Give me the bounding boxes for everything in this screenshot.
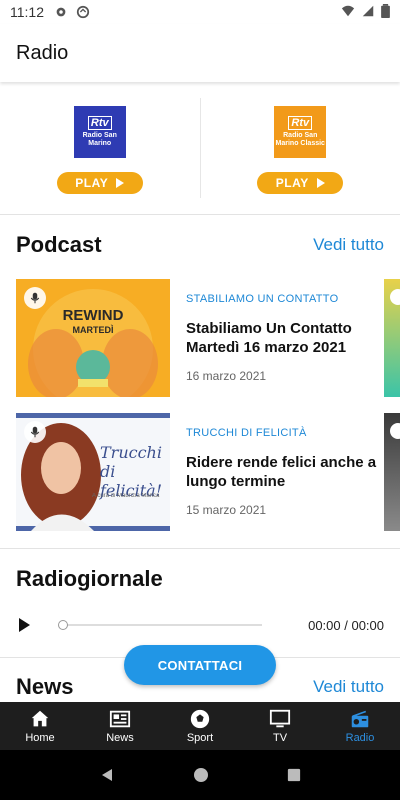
divider	[0, 548, 400, 549]
signal-icon	[361, 4, 375, 21]
podcast-thumbnail: REWIND MARTEDÌ	[16, 279, 170, 397]
radio-san-marino-logo: Rtv Radio San Marino	[73, 106, 126, 158]
gear-icon	[54, 5, 68, 19]
audio-progress-bar[interactable]	[58, 620, 262, 630]
soccer-ball-icon	[190, 709, 210, 729]
play-icon	[316, 178, 325, 188]
podcast-date: 16 marzo 2021	[186, 369, 267, 383]
nav-news-label: News	[106, 732, 134, 744]
podcast-info: STABILIAMO UN CONTATTO Stabiliamo Un Con…	[186, 279, 386, 383]
app-bar: Radio	[0, 24, 400, 82]
thumb-subtitle: MARTEDÌ	[72, 325, 114, 335]
wifi-icon	[341, 4, 355, 21]
tv-icon	[269, 709, 291, 728]
podcast-thumbnail: Trucchi di felicità! A cura di Maurizia …	[16, 413, 170, 531]
audio-player: 00:00 / 00:00	[16, 610, 384, 640]
podcast-category: STABILIAMO UN CONTATTO	[186, 293, 339, 305]
play-icon	[116, 178, 125, 188]
thumb-subtitle: A cura di Maurizia Manca	[92, 493, 160, 499]
play-button-radio-san-marino-classic[interactable]: PLAY	[257, 172, 344, 194]
station-radio-san-marino-classic: Rtv Radio San Marino Classic PLAY	[199, 98, 400, 198]
podcast-header: Podcast Vedi tutto	[16, 232, 384, 258]
radio-icon	[351, 710, 369, 728]
radiogiornale-header: Radiogiornale	[16, 566, 384, 592]
news-heading: News	[16, 674, 74, 699]
nav-home-label: Home	[25, 732, 55, 744]
nav-radio[interactable]: Radio	[320, 702, 400, 750]
back-icon[interactable]	[99, 767, 115, 783]
next-card-peek[interactable]	[384, 413, 400, 531]
play-icon[interactable]	[16, 617, 32, 633]
status-time: 11:12	[10, 4, 44, 20]
thumb-title: REWIND	[62, 307, 124, 324]
play-label: PLAY	[275, 176, 309, 190]
status-bar: 11:12	[0, 0, 400, 24]
radio-san-marino-classic-logo: Rtv Radio San Marino Classic	[274, 106, 327, 158]
radio-stations: Rtv Radio San Marino PLAY Rtv Radio San …	[0, 82, 400, 215]
bottom-navigation: Home News Sport TV Radio	[0, 702, 400, 750]
system-navigation-bar	[0, 750, 400, 800]
contact-button[interactable]: CONTATTACI	[124, 645, 276, 685]
home-icon	[31, 710, 49, 727]
news-see-all-link[interactable]: Vedi tutto	[313, 677, 384, 697]
podcast-see-all-link[interactable]: Vedi tutto	[313, 235, 384, 255]
podcast-card[interactable]: Trucchi di felicità! A cura di Maurizia …	[16, 413, 400, 531]
nav-tv-label: TV	[272, 732, 288, 744]
radiogiornale-heading: Radiogiornale	[16, 566, 163, 591]
recents-square-icon[interactable]	[287, 768, 301, 782]
podcast-date: 15 marzo 2021	[186, 503, 267, 517]
nav-radio-label: Radio	[345, 732, 375, 744]
microphone-icon	[24, 287, 46, 309]
next-card-peek[interactable]	[384, 279, 400, 397]
play-label: PLAY	[75, 176, 109, 190]
nav-news[interactable]: News	[80, 702, 160, 750]
microphone-icon	[390, 289, 400, 305]
page-title: Radio	[16, 41, 69, 64]
microphone-icon	[24, 421, 46, 443]
battery-icon	[381, 3, 390, 21]
nav-sport-label: Sport	[186, 732, 214, 744]
nav-home[interactable]: Home	[0, 702, 80, 750]
news-icon	[109, 710, 131, 728]
sync-icon	[76, 5, 90, 19]
microphone-icon	[390, 423, 400, 439]
podcast-card[interactable]: REWIND MARTEDÌ STABILIAMO UN CONTATTO St…	[16, 279, 400, 397]
podcast-heading: Podcast	[16, 232, 102, 257]
station-radio-san-marino: Rtv Radio San Marino PLAY	[0, 82, 200, 214]
podcast-category: TRUCCHI DI FELICITÀ	[186, 427, 307, 439]
home-circle-icon[interactable]	[193, 767, 209, 783]
progress-knob[interactable]	[58, 620, 68, 630]
nav-tv[interactable]: TV	[240, 702, 320, 750]
podcast-title: Stabiliamo Un Contatto Martedì 16 marzo …	[186, 320, 352, 356]
nav-sport[interactable]: Sport	[160, 702, 240, 750]
audio-time: 00:00 / 00:00	[308, 617, 384, 633]
play-button-radio-san-marino[interactable]: PLAY	[56, 172, 143, 194]
thumb-title: Trucchi di felicità!	[100, 443, 163, 500]
podcast-title: Ridere rende felici anche a lungo termin…	[186, 454, 377, 490]
podcast-info: TRUCCHI DI FELICITÀ Ridere rende felici …	[186, 413, 386, 517]
